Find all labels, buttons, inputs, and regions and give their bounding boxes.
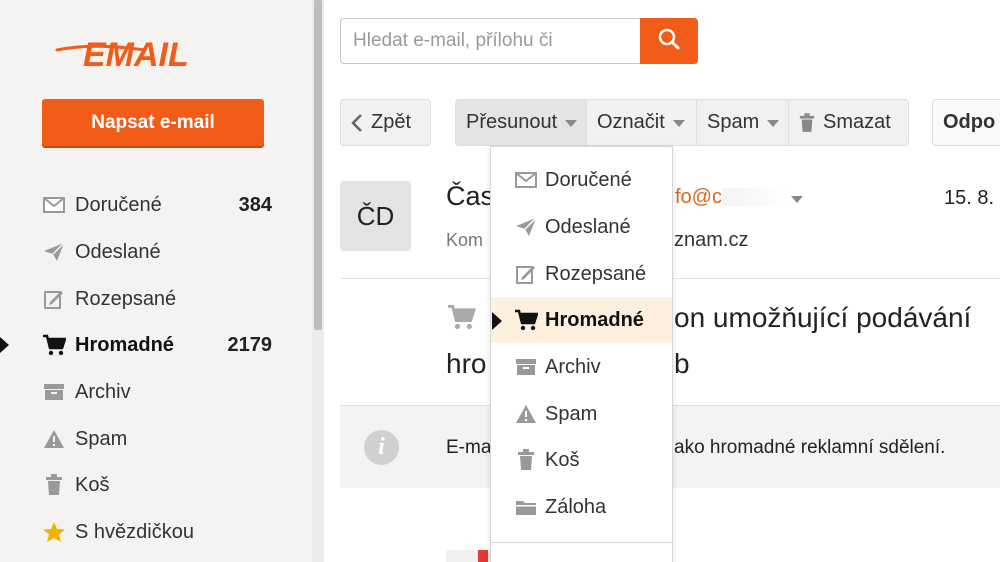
reply-label: Odpo: [943, 111, 996, 133]
chevron-left-icon: [351, 113, 363, 133]
recipient-prefix: Kom: [446, 230, 484, 250]
sidebar: EMAIL Napsat e-mail Doručené 384 Odeslan…: [0, 0, 312, 562]
back-button[interactable]: Zpět: [340, 99, 431, 146]
search-icon: [657, 27, 681, 56]
sender-avatar: ČD: [340, 181, 411, 251]
warning-icon: [514, 402, 538, 426]
move-button[interactable]: Přesunout: [455, 99, 587, 146]
sidebar-item-spam[interactable]: Spam: [42, 419, 272, 459]
menu-item-label: Rozepsané: [545, 262, 647, 285]
menu-selected-indicator: [492, 312, 502, 330]
unread-count: 2179: [227, 333, 273, 356]
move-to-bulk[interactable]: Hromadné: [491, 297, 672, 343]
menu-item-label: Koš: [545, 448, 580, 471]
message-subject-line2-tail: b: [674, 348, 690, 379]
back-label: Zpět: [371, 111, 412, 133]
caret-down-icon: [565, 120, 578, 127]
menu-divider: [491, 542, 672, 543]
sidebar-item-label: Archiv: [75, 380, 131, 403]
folder-icon: [514, 495, 538, 519]
search-button[interactable]: [640, 18, 698, 64]
mark-button[interactable]: Označit: [587, 99, 697, 146]
sidebar-scrollbar[interactable]: [312, 0, 324, 562]
spam-label: Spam: [707, 111, 760, 133]
sidebar-item-starred[interactable]: S hvězdičkou: [42, 512, 272, 552]
menu-item-label: Doručené: [545, 168, 632, 191]
delete-label: Smazat: [823, 111, 891, 133]
sidebar-item-label: Spam: [75, 427, 128, 450]
move-to-archive[interactable]: Archiv: [491, 344, 672, 390]
move-to-inbox[interactable]: Doručené: [491, 157, 672, 203]
trash-icon: [514, 448, 538, 472]
info-text: ako hromadné reklamní sdělení.: [674, 437, 946, 458]
spam-button[interactable]: Spam: [697, 99, 789, 146]
info-text-start: E-ma: [446, 437, 492, 458]
sidebar-item-bulk[interactable]: Hromadné 2179: [42, 325, 272, 365]
sidebar-item-label: Hromadné: [75, 333, 174, 356]
sidebar-item-trash[interactable]: Koš: [42, 465, 272, 505]
move-to-trash[interactable]: Koš: [491, 437, 672, 483]
sender-email[interactable]: fo@c: [675, 186, 722, 209]
move-dropdown-menu: Doručené Odeslané Rozepsané Hromadné Arc…: [490, 146, 673, 562]
delete-button[interactable]: Smazat: [789, 99, 909, 146]
menu-item-label: Záloha: [545, 495, 607, 518]
sidebar-item-sent[interactable]: Odeslané: [42, 232, 272, 272]
menu-item-label: Hromadné: [545, 308, 644, 331]
message-subject: on umožňující podávání: [674, 302, 972, 333]
sidebar-item-archive[interactable]: Archiv: [42, 372, 272, 412]
edit-icon: [514, 262, 538, 286]
cart-icon: [514, 308, 538, 332]
recipient-domain: znam.cz: [674, 229, 749, 251]
sidebar-item-drafts[interactable]: Rozepsané: [42, 279, 272, 319]
archive-box-icon: [514, 355, 538, 379]
sidebar-item-label: Rozepsané: [75, 287, 177, 310]
menu-item-label: Odeslané: [545, 215, 631, 238]
envelope-icon: [42, 193, 66, 217]
paper-plane-icon: [42, 240, 66, 264]
info-icon: i: [364, 430, 399, 465]
mark-label: Označit: [597, 111, 665, 133]
search-input[interactable]: [340, 18, 642, 64]
caret-down-icon: [767, 120, 780, 127]
envelope-icon: [514, 168, 538, 192]
cart-icon: [446, 304, 477, 335]
content-image-fragment-red: [478, 550, 488, 562]
caret-down-icon[interactable]: [791, 196, 803, 203]
menu-item-label: Archiv: [545, 355, 601, 378]
sidebar-item-label: Koš: [75, 473, 110, 496]
move-to-drafts[interactable]: Rozepsané: [491, 251, 672, 297]
star-icon: [42, 520, 66, 544]
scrollbar-thumb[interactable]: [314, 0, 322, 330]
compose-button[interactable]: Napsat e-mail: [42, 99, 264, 146]
sender-email-redaction: [722, 188, 790, 206]
trash-icon: [42, 473, 66, 497]
sidebar-item-inbox[interactable]: Doručené 384: [42, 185, 272, 225]
archive-box-icon: [42, 380, 66, 404]
message-subject-line2: hro: [446, 348, 487, 379]
move-to-backup[interactable]: Záloha: [491, 484, 672, 530]
email-logo[interactable]: EMAIL: [55, 28, 235, 74]
move-to-sent[interactable]: Odeslané: [491, 204, 672, 250]
warning-icon: [42, 427, 66, 451]
reply-button[interactable]: Odpo: [932, 99, 1000, 146]
caret-down-icon: [672, 120, 685, 127]
active-folder-indicator: [0, 337, 9, 353]
paper-plane-icon: [514, 215, 538, 239]
sender-name: Čas: [446, 181, 495, 211]
svg-text:EMAIL: EMAIL: [83, 36, 189, 74]
trash-icon: [799, 112, 815, 133]
menu-item-label: Spam: [545, 402, 598, 425]
message-date: 15. 8. 2: [944, 187, 1000, 209]
sidebar-item-label: S hvězdičkou: [75, 520, 194, 543]
edit-icon: [42, 287, 66, 311]
unread-count: 384: [238, 193, 272, 216]
move-label: Přesunout: [466, 111, 558, 133]
cart-icon: [42, 333, 66, 357]
sidebar-item-label: Doručené: [75, 193, 162, 216]
sidebar-item-label: Odeslané: [75, 240, 161, 263]
move-to-spam[interactable]: Spam: [491, 391, 672, 437]
